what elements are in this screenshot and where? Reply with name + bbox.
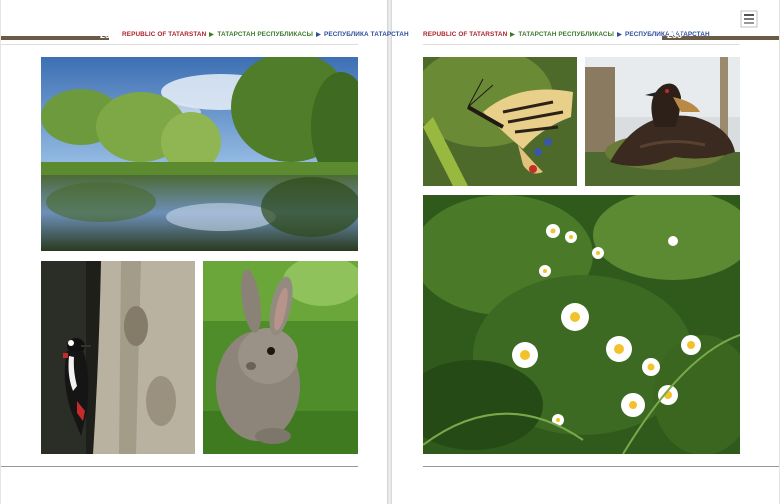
publisher-logo-icon [740, 10, 758, 28]
left-header-rule [1, 44, 358, 45]
photo-forest-lake [41, 57, 358, 251]
header-english: REPUBLIC OF TATARSTAN [122, 31, 207, 38]
left-running-header: REPUBLIC OF TATARSTAN ТАТАРСТАН РЕСПУБЛИ… [122, 31, 409, 38]
right-header-rule [423, 44, 739, 45]
header-tatar: ТАТАРСТАН РЕСПУБЛИКАСЫ [217, 31, 313, 38]
left-page-number: 252 [100, 30, 116, 40]
left-footer-line [1, 466, 358, 467]
right-footer-line [423, 466, 779, 467]
header-tatar: ТАТАРСТАН РЕСПУБЛИКАСЫ [518, 31, 614, 38]
right-page-number: 253 [667, 30, 683, 40]
photo-swallowtail-butterfly [423, 57, 577, 186]
header-separator-icon [616, 32, 622, 37]
header-separator-icon [209, 32, 215, 37]
header-english: REPUBLIC OF TATARSTAN [423, 31, 508, 38]
header-separator-icon [510, 32, 516, 37]
header-russian: РЕСПУБЛИКА ТАТАРСТАН [323, 31, 409, 38]
photo-chamomile-meadow [423, 195, 740, 454]
photo-hare [203, 261, 358, 454]
header-separator-icon [315, 32, 321, 37]
left-header-bar [1, 36, 109, 40]
photo-grebe-nest [585, 57, 740, 186]
photo-woodpecker [41, 261, 195, 454]
